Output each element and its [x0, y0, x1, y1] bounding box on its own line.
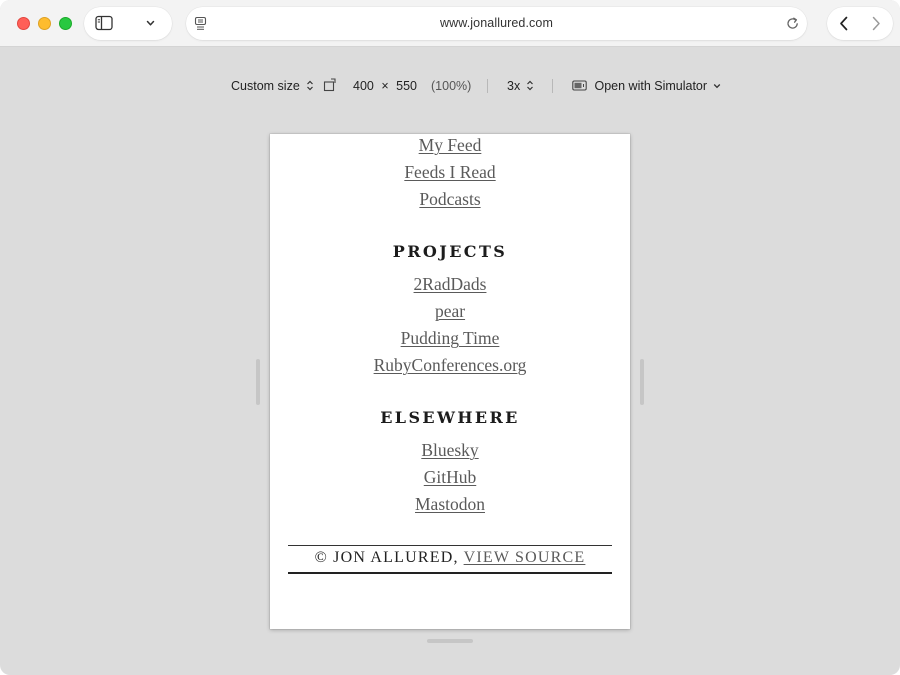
footer-top-rule	[288, 545, 612, 546]
address-bar[interactable]: www.jonallured.com	[186, 7, 807, 40]
navigation-group	[827, 7, 893, 40]
size-preset-label: Custom size	[231, 79, 300, 93]
device-viewport: My Feed Feeds I Read Podcasts PROJECTS 2…	[270, 134, 630, 629]
back-icon[interactable]	[839, 16, 849, 31]
chevron-down-icon	[713, 84, 720, 89]
resize-handle-left[interactable]	[256, 359, 260, 405]
viewport-width[interactable]: 400	[353, 79, 374, 93]
footer: © JON ALLURED, VIEW SOURCE	[270, 549, 630, 567]
link-bluesky[interactable]: Bluesky	[270, 440, 630, 461]
forward-icon[interactable]	[871, 16, 881, 31]
view-source-link[interactable]: VIEW SOURCE	[464, 549, 586, 566]
rotate-icon[interactable]	[323, 78, 337, 92]
link-podcasts[interactable]: Podcasts	[270, 189, 630, 210]
copyright-text: © JON ALLURED,	[314, 549, 464, 566]
toolbar-divider	[552, 79, 553, 93]
sidebar-icon[interactable]	[95, 15, 113, 31]
simulator-icon	[572, 80, 587, 91]
up-down-chevron-icon	[526, 80, 533, 91]
scale-label: 3x	[507, 79, 521, 93]
link-github[interactable]: GitHub	[270, 467, 630, 488]
toolbar-divider	[487, 79, 488, 93]
size-preset-dropdown[interactable]: Custom size	[231, 79, 314, 93]
up-down-chevron-icon	[307, 80, 314, 91]
reload-icon[interactable]	[786, 16, 800, 31]
link-2raddads[interactable]: 2RadDads	[270, 274, 630, 295]
link-my-feed[interactable]: My Feed	[270, 135, 630, 156]
viewport-dimensions[interactable]: 400 × 550	[353, 79, 417, 93]
link-mastodon[interactable]: Mastodon	[270, 494, 630, 515]
minimize-window-button[interactable]	[38, 17, 51, 30]
maximize-window-button[interactable]	[59, 17, 72, 30]
close-window-button[interactable]	[17, 17, 30, 30]
scale-dropdown[interactable]: 3x	[507, 79, 534, 93]
open-with-simulator-button[interactable]: Open with Simulator	[572, 79, 721, 93]
zoom-label: (100%)	[431, 79, 472, 93]
sidebar-toggle-group	[84, 7, 172, 40]
resize-handle-bottom[interactable]	[427, 639, 473, 643]
link-pudding-time[interactable]: Pudding Time	[270, 328, 630, 349]
viewport-height[interactable]: 550	[396, 79, 417, 93]
projects-heading: PROJECTS	[392, 242, 508, 261]
toolbar: www.jonallured.com	[0, 0, 900, 47]
elsewhere-heading: ELSEWHERE	[380, 408, 520, 427]
open-with-simulator-label: Open with Simulator	[594, 79, 708, 93]
footer-bottom-rule	[288, 572, 612, 574]
browser-window: www.jonallured.com Custom size 400 × 550…	[0, 0, 900, 675]
responsive-design-toolbar: Custom size 400 × 550 (100%) 3x Open wit…	[0, 74, 900, 98]
dimension-separator: ×	[381, 79, 389, 93]
link-rubyconferences[interactable]: RubyConferences.org	[270, 355, 630, 376]
link-feeds-i-read[interactable]: Feeds I Read	[270, 162, 630, 183]
link-pear[interactable]: pear	[270, 301, 630, 322]
url-text: www.jonallured.com	[440, 16, 553, 30]
chevron-down-icon[interactable]	[146, 20, 155, 27]
resize-handle-right[interactable]	[640, 359, 644, 405]
